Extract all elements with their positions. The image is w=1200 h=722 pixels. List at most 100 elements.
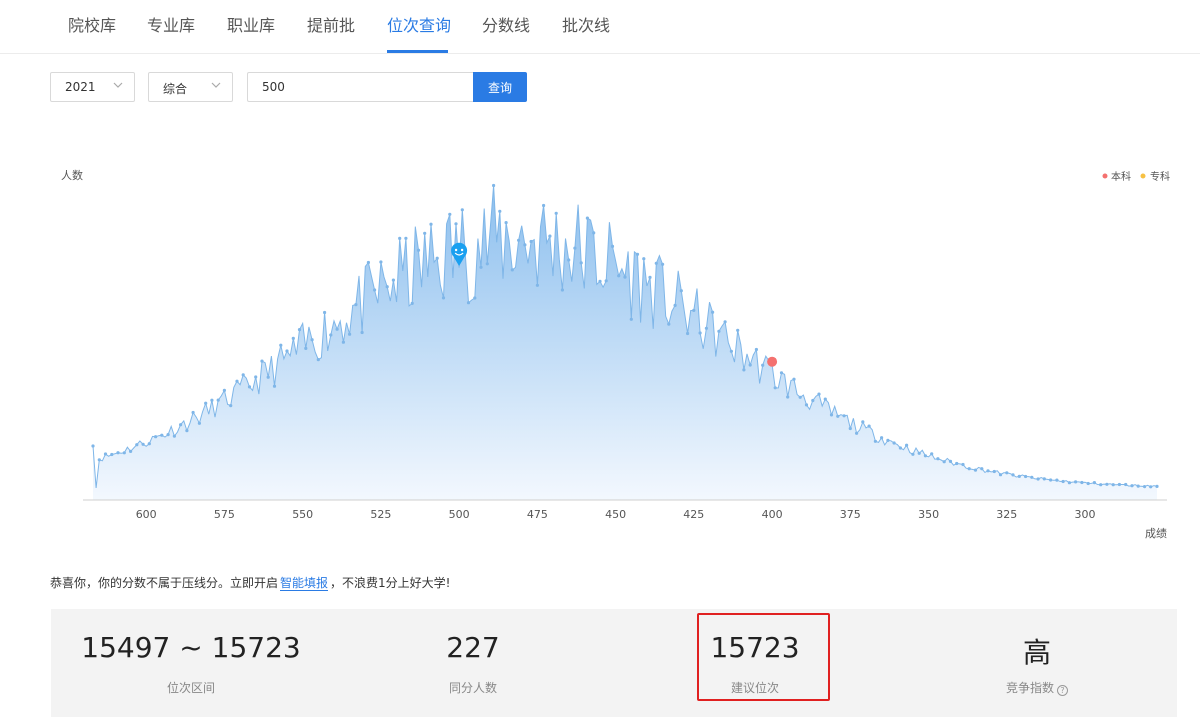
data-point [661,262,665,266]
score-input[interactable] [247,72,473,102]
data-point [1017,474,1021,478]
x-tick-label: 425 [683,508,704,521]
data-point [1067,481,1071,485]
undergrad-line-dot[interactable] [767,356,778,367]
x-tick-label: 600 [136,508,157,521]
nav-item-early-batch[interactable]: 提前批 [307,12,355,36]
data-point [410,301,414,305]
query-button[interactable]: 查询 [473,72,527,102]
notice-prefix: 恭喜你，你的分数不属于压线分。立即开启 [50,576,279,590]
data-point [798,395,802,399]
data-point [1074,480,1078,484]
data-point [998,473,1003,477]
legend-label-college[interactable]: 专科 [1150,170,1170,183]
data-point [942,460,946,464]
data-point [623,275,627,279]
data-point [135,443,139,447]
data-point [404,236,408,240]
data-point [654,261,658,265]
data-point [304,346,308,350]
data-point [842,414,846,418]
data-point [129,449,133,453]
data-point [166,433,170,437]
legend-label-undergrad[interactable]: 本科 [1111,170,1131,183]
data-point [385,285,389,289]
legend-dot-college [1140,173,1146,179]
data-point [905,443,909,447]
data-point [147,442,151,446]
data-point [648,275,652,279]
data-point [742,368,746,372]
competition-index-value: 高 [1022,636,1051,669]
nav-item-batch-line[interactable]: 批次线 [562,12,610,36]
data-point [804,403,809,407]
data-point [880,436,884,440]
nav-item-score-line[interactable]: 分数线 [482,12,530,36]
rank-stats-panel: 15497 ~ 15723 位次区间 227 同分人数 15723 建议位次 高… [51,609,1177,717]
data-point [310,338,314,342]
data-point [542,203,546,208]
data-point [761,363,765,367]
data-point [604,279,608,283]
data-point [1124,482,1128,487]
data-point [867,424,871,428]
data-point [1011,473,1015,477]
data-point [285,349,289,353]
suggested-rank-highlight [697,613,830,701]
data-point [1086,481,1090,486]
data-point [266,375,270,379]
data-point [373,288,377,292]
data-point [955,461,959,466]
data-point [122,451,126,455]
subject-select[interactable]: 综合 [148,72,233,102]
data-point [441,296,446,300]
data-point [329,333,333,337]
data-point [579,261,583,265]
data-point [479,265,483,269]
data-point [235,379,239,383]
data-point [498,209,502,213]
top-navigation: 院校库 专业库 职业库 提前批 位次查询 分数线 批次线 [0,0,1200,54]
data-point [911,452,915,456]
data-point [673,303,677,307]
data-point [667,322,671,326]
stat-rank-range: 15497 ~ 15723 位次区间 [51,609,331,717]
smart-fill-link[interactable]: 智能填报 [280,576,329,591]
data-point [197,421,201,425]
nav-item-colleges[interactable]: 院校库 [68,12,116,36]
data-point [729,349,734,353]
data-point [297,328,302,332]
data-point [717,329,721,333]
data-point [222,388,226,392]
nav-item-rank-query[interactable]: 位次查询 [387,12,451,36]
data-point [254,375,258,379]
year-select[interactable]: 2021 [50,72,135,102]
data-point [97,458,101,462]
data-point [855,431,859,435]
data-point [510,268,514,272]
data-point [216,398,220,402]
data-point [723,320,727,324]
data-point [817,392,821,396]
nav-item-majors[interactable]: 专业库 [147,12,195,36]
nav-item-careers[interactable]: 职业库 [227,12,275,36]
data-point [873,439,878,443]
data-point [773,386,777,390]
x-tick-label: 450 [605,508,626,521]
data-point [1024,474,1028,479]
x-axis-label: 成绩 [1145,527,1167,540]
same-score-count-value: 227 [446,631,500,664]
data-point [1142,485,1147,489]
data-point [686,331,690,336]
help-icon[interactable]: ? [1057,685,1068,696]
data-point [711,310,715,314]
data-point [179,423,183,427]
x-tick-label: 475 [527,508,548,521]
data-point [348,332,352,336]
data-point [548,234,552,238]
data-point [535,283,540,287]
data-point [172,434,176,438]
data-point [610,244,615,248]
data-point [917,451,921,455]
data-point [936,457,940,461]
